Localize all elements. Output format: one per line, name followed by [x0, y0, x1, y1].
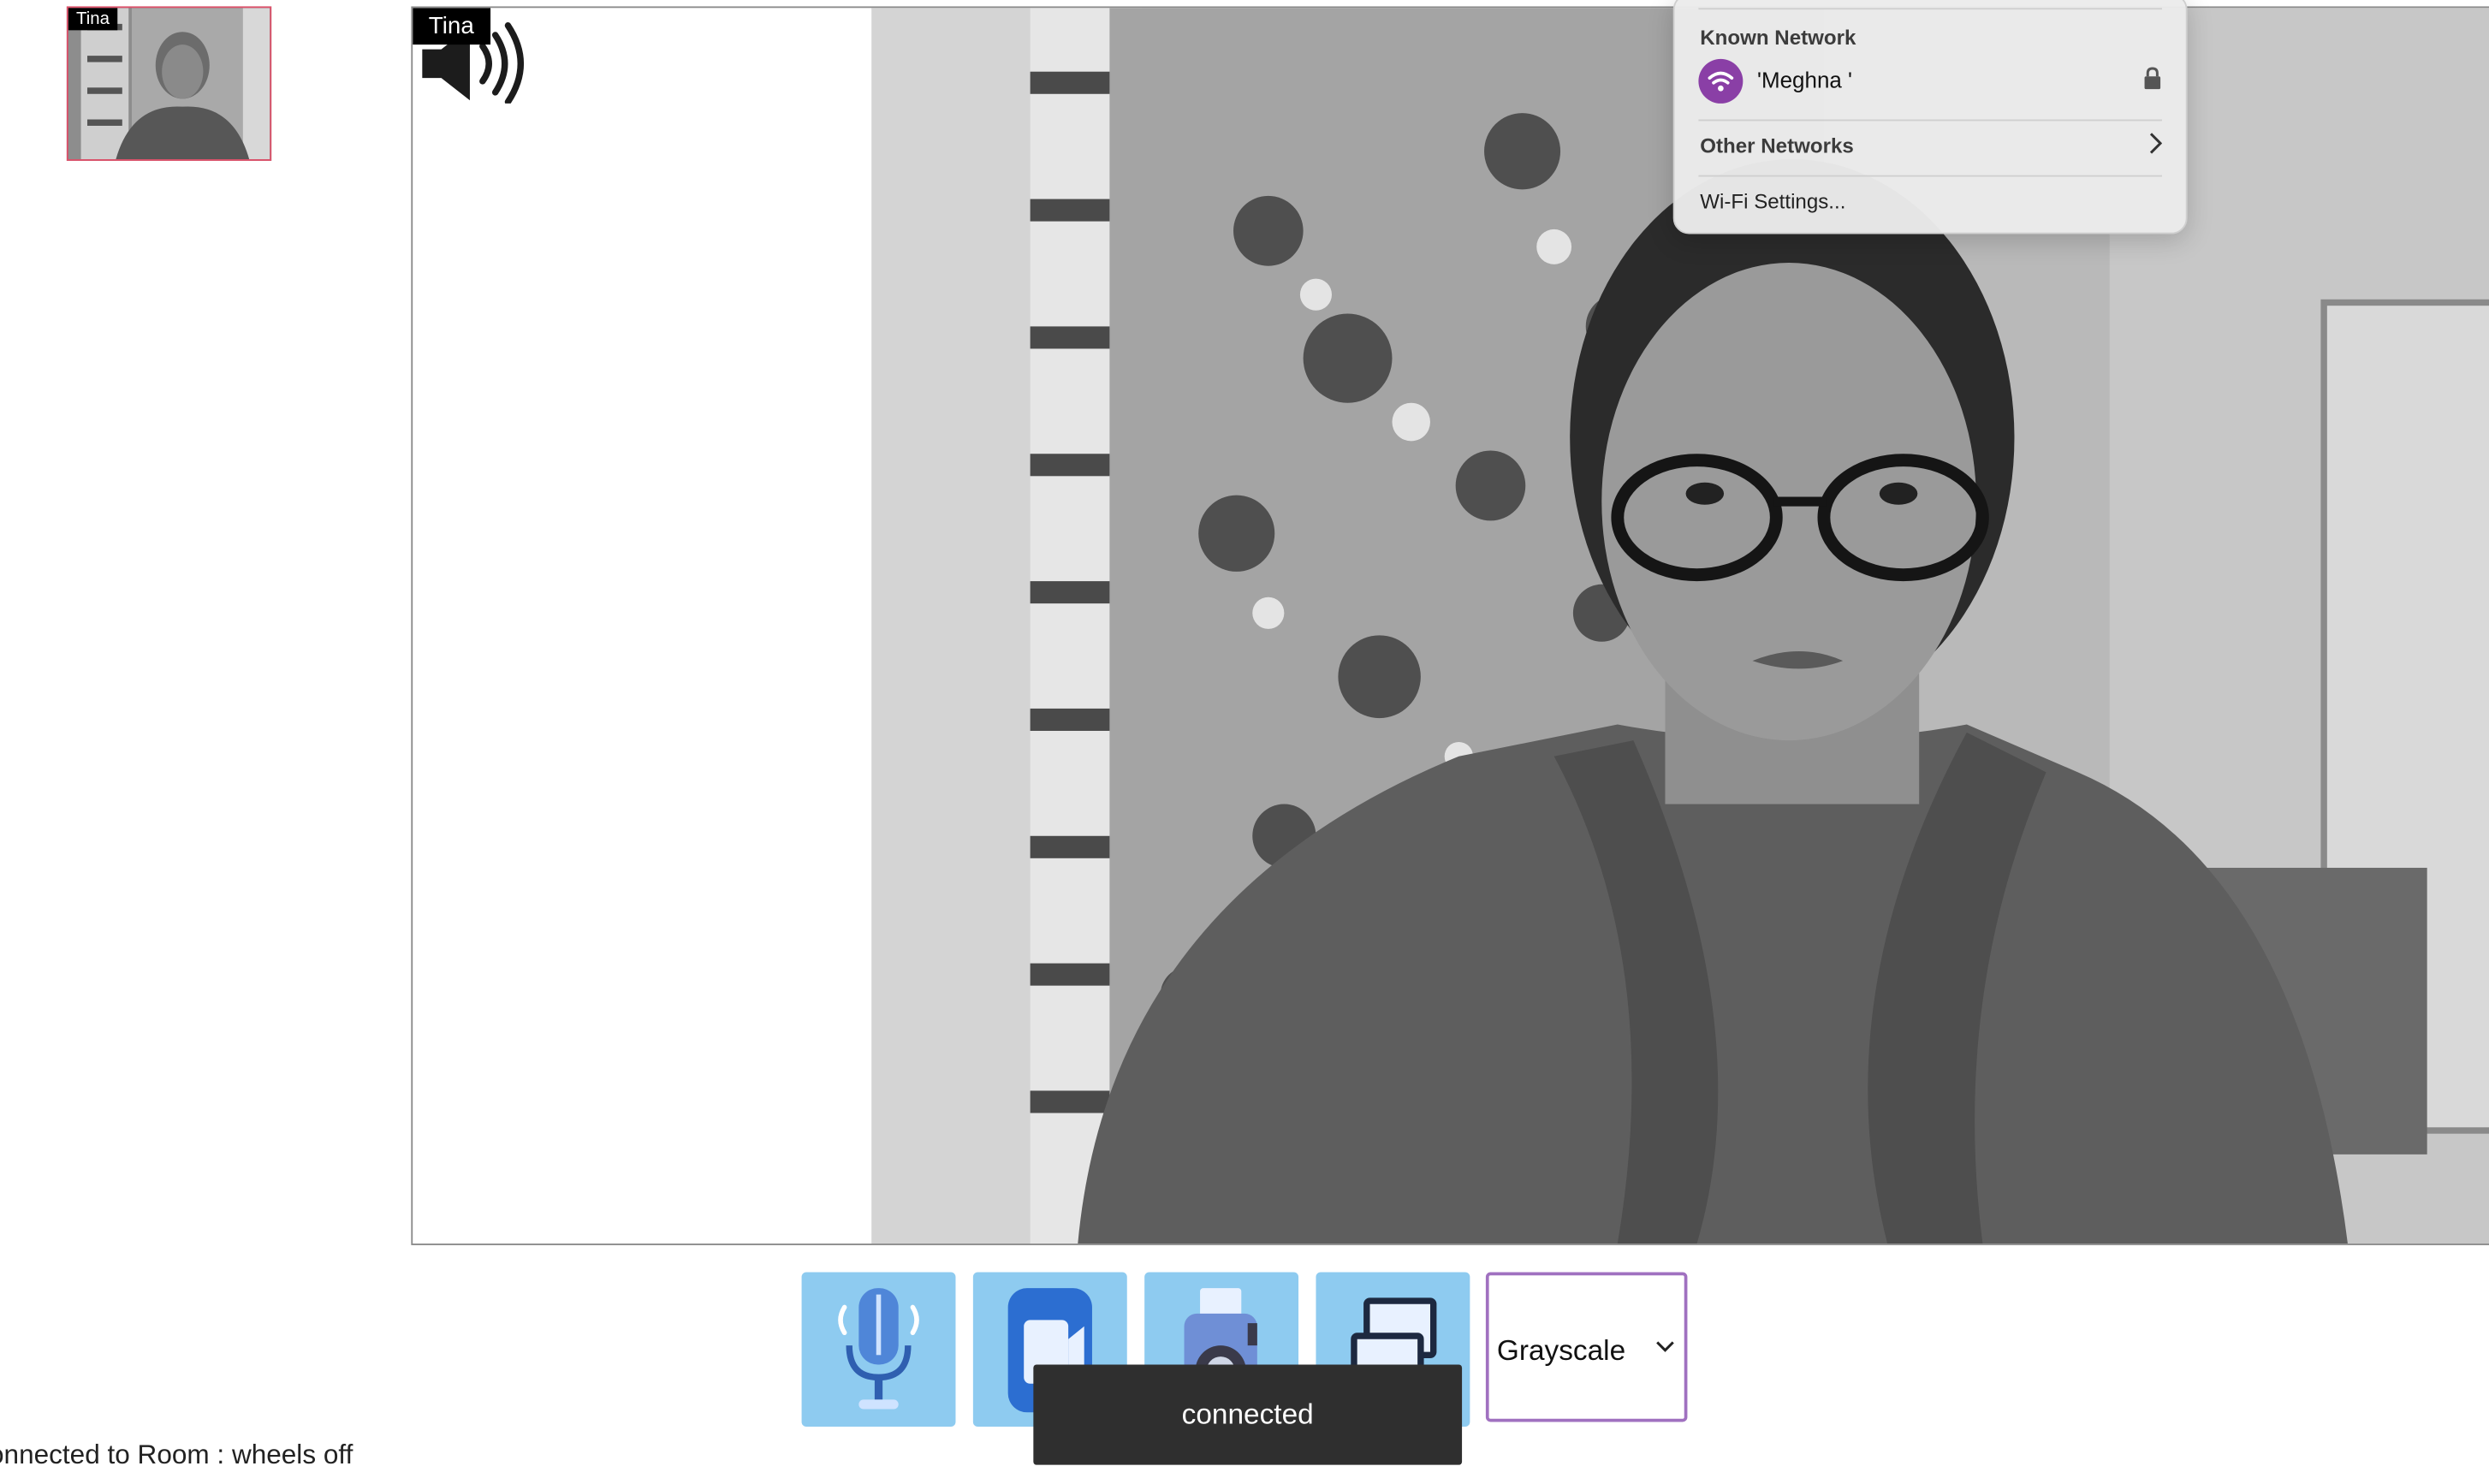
video-filter-select[interactable]: Grayscale	[1485, 1272, 1688, 1422]
menu-divider	[1698, 175, 2162, 177]
main-name-tag: Tina	[413, 8, 490, 45]
room-status-text: onnected to Room : wheels off	[0, 1439, 353, 1470]
menu-divider	[1698, 119, 2162, 122]
thumbnail-video-frame	[68, 8, 270, 160]
participant-thumbnail[interactable]: Tina	[66, 6, 272, 161]
wifi-icon	[1698, 58, 1743, 104]
thumbnail-name-tag: Tina	[68, 8, 118, 31]
lock-icon	[2144, 67, 2161, 90]
chevron-down-icon	[1656, 1341, 1674, 1352]
known-network-label: Known Network	[1700, 25, 1856, 50]
chevron-right-icon	[2149, 133, 2162, 154]
menu-divider	[1698, 8, 2162, 10]
connection-toast: connected	[1033, 1364, 1463, 1465]
filter-select-value: Grayscale	[1496, 1334, 1626, 1367]
wifi-menu-popover: Known Network 'Meghna ' Other Networks W…	[1672, 0, 2188, 234]
other-networks-item[interactable]: Other Networks	[1700, 134, 1854, 157]
app-stage: Tina Tina Grayscale connected onnected t…	[0, 0, 2489, 1484]
network-name: 'Meghna '	[1757, 67, 1852, 92]
known-network-item[interactable]: 'Meghna '	[1698, 58, 2162, 104]
wifi-settings-item[interactable]: Wi-Fi Settings...	[1700, 189, 1845, 213]
microphone-button[interactable]	[801, 1272, 956, 1428]
microphone-icon	[838, 1288, 919, 1410]
toast-message: connected	[1181, 1398, 1314, 1430]
